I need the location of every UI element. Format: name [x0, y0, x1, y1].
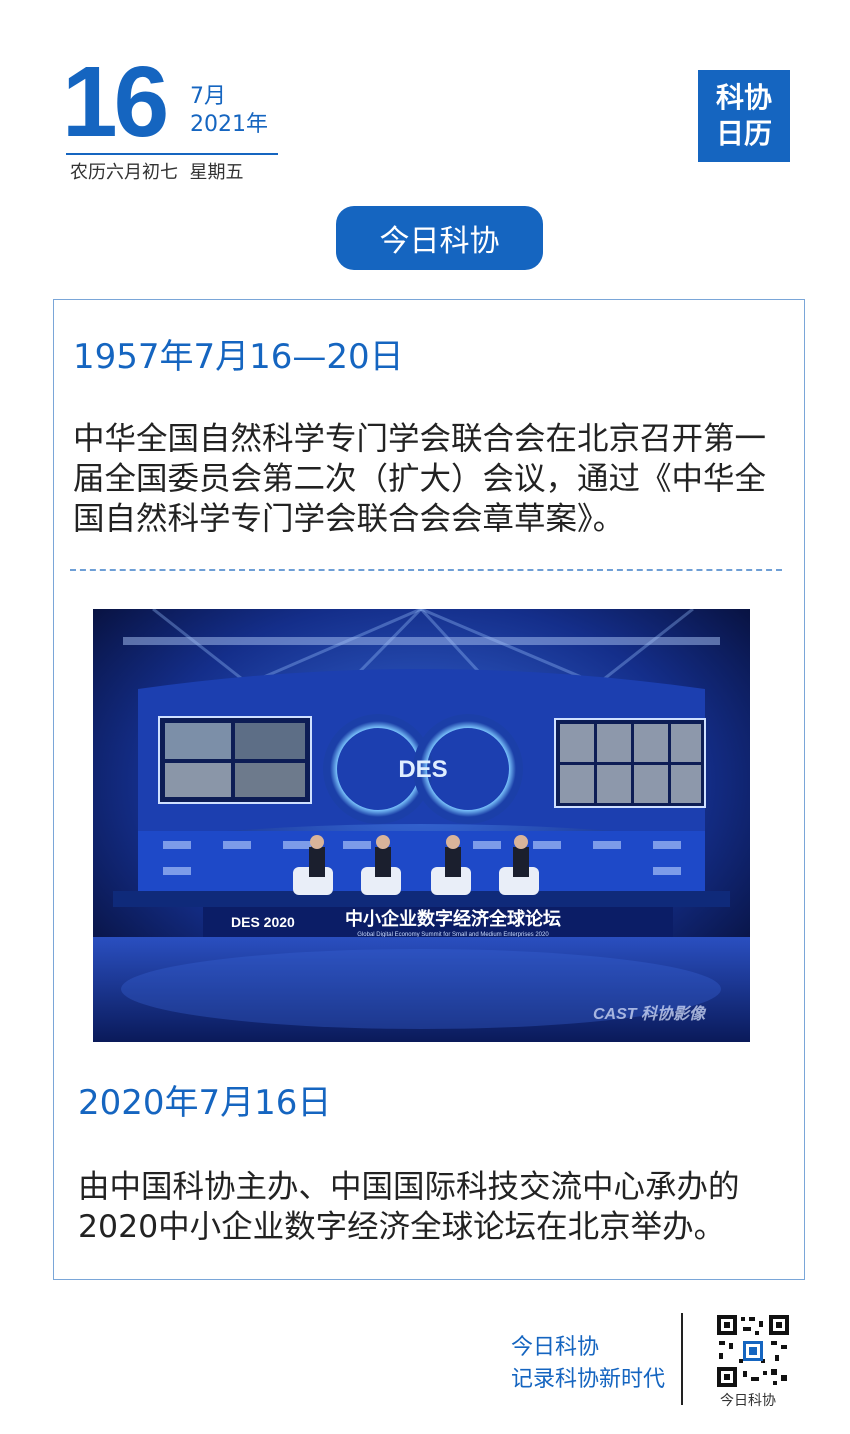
- event-photo: DES DES 2020 中小企业数字经济全球论坛 Global Digital…: [93, 609, 750, 1042]
- brand-logo: 科协 日历: [698, 70, 790, 162]
- event-date-1: 1957年7月16—20日: [73, 337, 404, 377]
- event-text-2: 由中国科协主办、中国国际科技交流中心承办的2020中小企业数字经济全球论坛在北京…: [78, 1169, 740, 1245]
- section-label: 今日科协: [336, 206, 543, 270]
- brand-line-2: 日历: [715, 117, 772, 150]
- footer-title: 今日科协: [511, 1335, 600, 1360]
- event-date-2: 2020年7月16日: [78, 1083, 332, 1123]
- stage-banner-title: 中小企业数字经济全球论坛: [345, 908, 561, 930]
- qr-label: 今日科协: [720, 1393, 776, 1409]
- photo-watermark: CAST 科协影像: [593, 1005, 707, 1023]
- brand-line-1: 科协: [715, 81, 772, 114]
- screen-logo-text: DES: [398, 756, 447, 783]
- event-text-1: 中华全国自然科学专门学会联合会在北京召开第一届全国委员会第二次（扩大）会议，通过…: [73, 421, 767, 537]
- footer-slogan: 记录科协新时代: [511, 1367, 666, 1392]
- stage-banner-left: DES 2020: [231, 914, 295, 930]
- date-divider: [66, 153, 278, 155]
- qr-code-icon: [715, 1313, 791, 1389]
- lunar-date: 农历六月初七 星期五: [70, 162, 244, 183]
- month-label: 7月: [190, 84, 226, 109]
- dashed-divider: [70, 569, 782, 571]
- year-label: 2021年: [190, 112, 268, 137]
- day-number: 16: [62, 46, 169, 158]
- footer-divider: [681, 1313, 683, 1405]
